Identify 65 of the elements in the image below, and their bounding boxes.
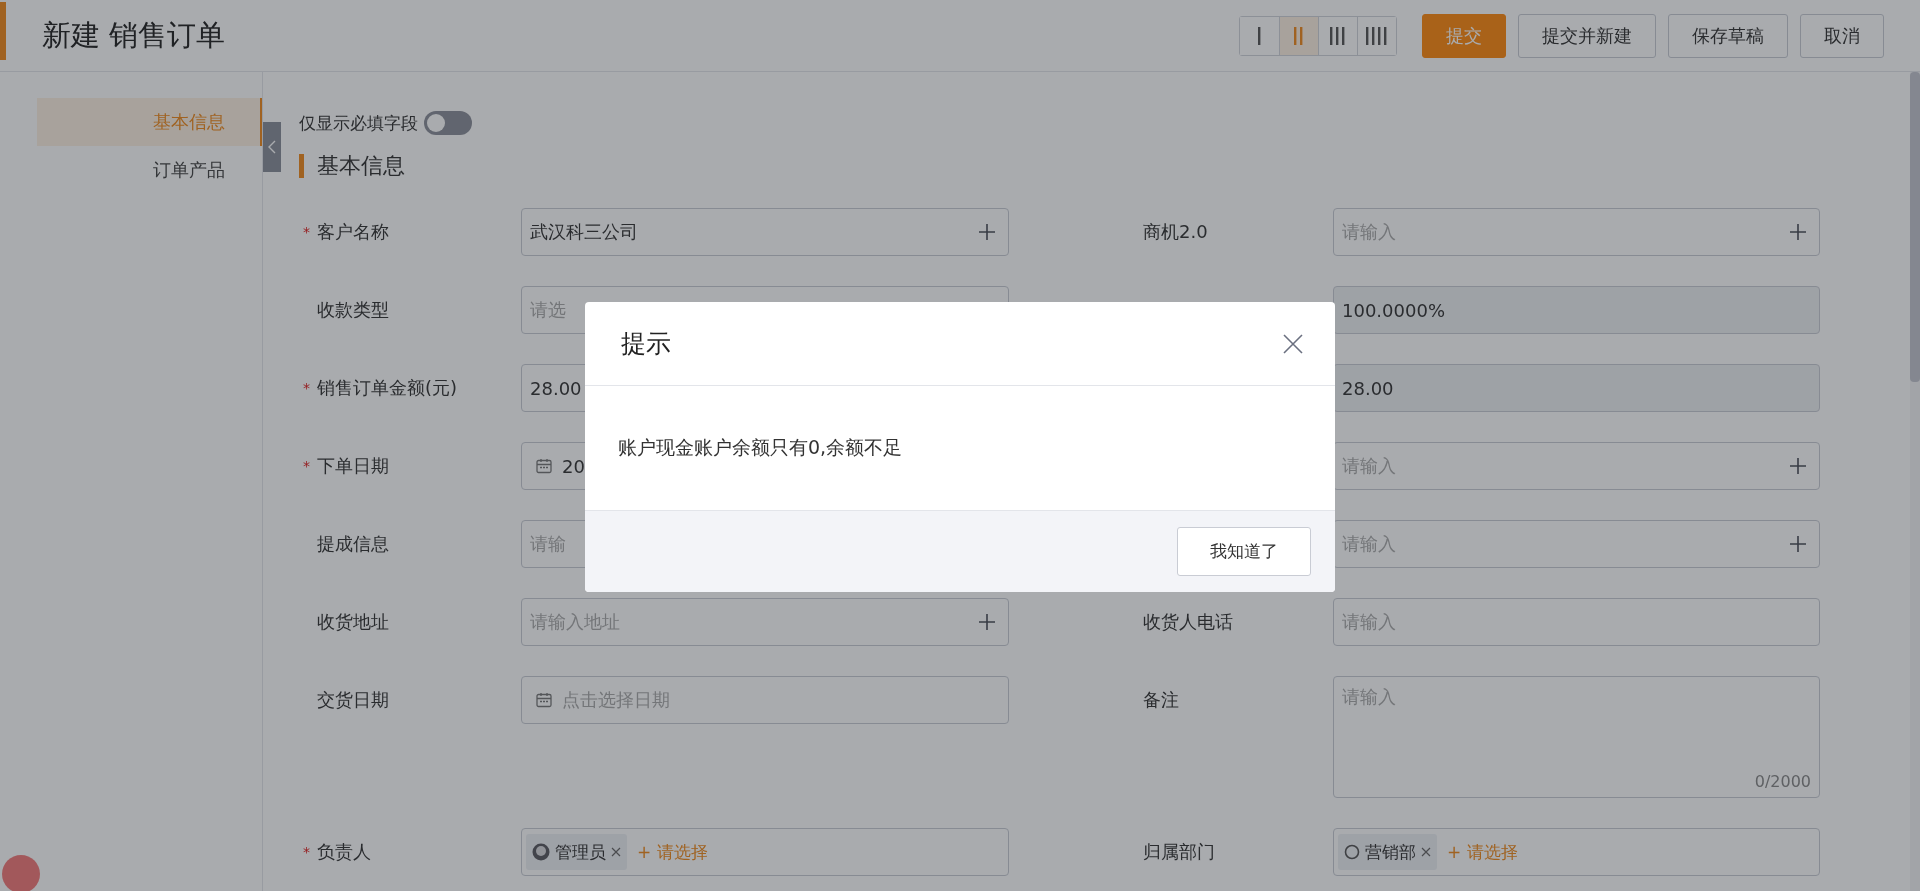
collapse-handle[interactable] — [263, 122, 281, 172]
plus-icon — [978, 223, 996, 241]
scrollbar-thumb[interactable] — [1910, 72, 1920, 382]
add-link[interactable]: + 请选择 — [1447, 840, 1518, 864]
plus-icon — [1789, 535, 1807, 553]
select-field[interactable]: 营销部 + 请选择 — [1333, 828, 1820, 876]
field-label: 商机2.0 — [1143, 220, 1208, 244]
column-layout-button[interactable] — [1279, 16, 1318, 55]
columns-icon — [1329, 26, 1347, 45]
plus-icon — [978, 613, 996, 631]
calendar-icon — [536, 692, 552, 708]
dialog-message: 账户现金账户余额只有0,余额不足 — [618, 435, 903, 460]
plus-icon — [1789, 223, 1807, 241]
columns-icon — [1365, 26, 1389, 45]
header-button[interactable]: 提交 — [1422, 13, 1506, 58]
field-label: 客户名称 — [317, 220, 389, 244]
required-mark: * — [303, 224, 311, 240]
columns-icon — [1256, 26, 1263, 45]
sidebar-item[interactable]: 基本信息 — [37, 98, 262, 146]
header-button[interactable]: 提交并新建 — [1518, 13, 1656, 58]
field-label: 销售订单金额(元) — [317, 376, 458, 400]
sidebar-item[interactable]: 订单产品 — [37, 146, 262, 194]
field-label: 提成信息 — [317, 532, 389, 556]
required-mark: * — [303, 844, 311, 860]
input-field: 28.00 — [1333, 364, 1820, 412]
header-button[interactable]: 保存草稿 — [1668, 13, 1788, 58]
field-label: 收货人电话 — [1143, 610, 1233, 634]
field-label: 下单日期 — [317, 454, 389, 478]
column-layout-button[interactable] — [1357, 16, 1396, 55]
page-title: 新建 销售订单 — [42, 16, 227, 54]
scrollbar[interactable] — [1910, 72, 1920, 891]
toggle-label: 仅显示必填字段 — [299, 111, 418, 135]
floating-dot[interactable] — [2, 855, 40, 891]
remove-icon — [611, 847, 621, 857]
field-label: 收款类型 — [317, 298, 389, 322]
field-label: 收货地址 — [317, 610, 389, 634]
plus-icon — [1789, 457, 1807, 475]
field-label: 负责人 — [317, 840, 371, 864]
header-button[interactable]: 取消 — [1800, 13, 1884, 58]
input-field: 100.0000% — [1333, 286, 1820, 334]
field-label: 归属部门 — [1143, 840, 1215, 864]
character-count: 0/2000 — [1754, 772, 1811, 791]
dialog-title: 提示 — [621, 328, 671, 360]
header-accent-bar — [0, 2, 6, 60]
field-label: 交货日期 — [317, 688, 389, 712]
required-mark: * — [303, 380, 311, 396]
required-mark: * — [303, 458, 311, 474]
select-field[interactable]: 管理员 + 请选择 — [521, 828, 1009, 876]
calendar-icon — [536, 458, 552, 474]
toggle-switch[interactable] — [424, 111, 472, 135]
field-label: 备注 — [1143, 688, 1179, 712]
close-icon — [1283, 333, 1303, 354]
avatar-icon — [532, 843, 550, 861]
add-link[interactable]: + 请选择 — [637, 840, 708, 864]
confirm-button[interactable]: 我知道了 — [1177, 527, 1311, 576]
section-marker — [299, 154, 304, 178]
chevron-left-icon — [268, 140, 276, 154]
close-button[interactable] — [1281, 331, 1305, 356]
tag-label: 营销部 — [1365, 840, 1416, 864]
tag-label: 管理员 — [555, 840, 606, 864]
circle-icon — [1344, 844, 1360, 860]
input-field[interactable]: 武汉科三公司 — [521, 208, 1009, 256]
remove-icon — [1421, 847, 1431, 857]
columns-icon — [1293, 26, 1305, 45]
section-title: 基本信息 — [317, 152, 405, 180]
